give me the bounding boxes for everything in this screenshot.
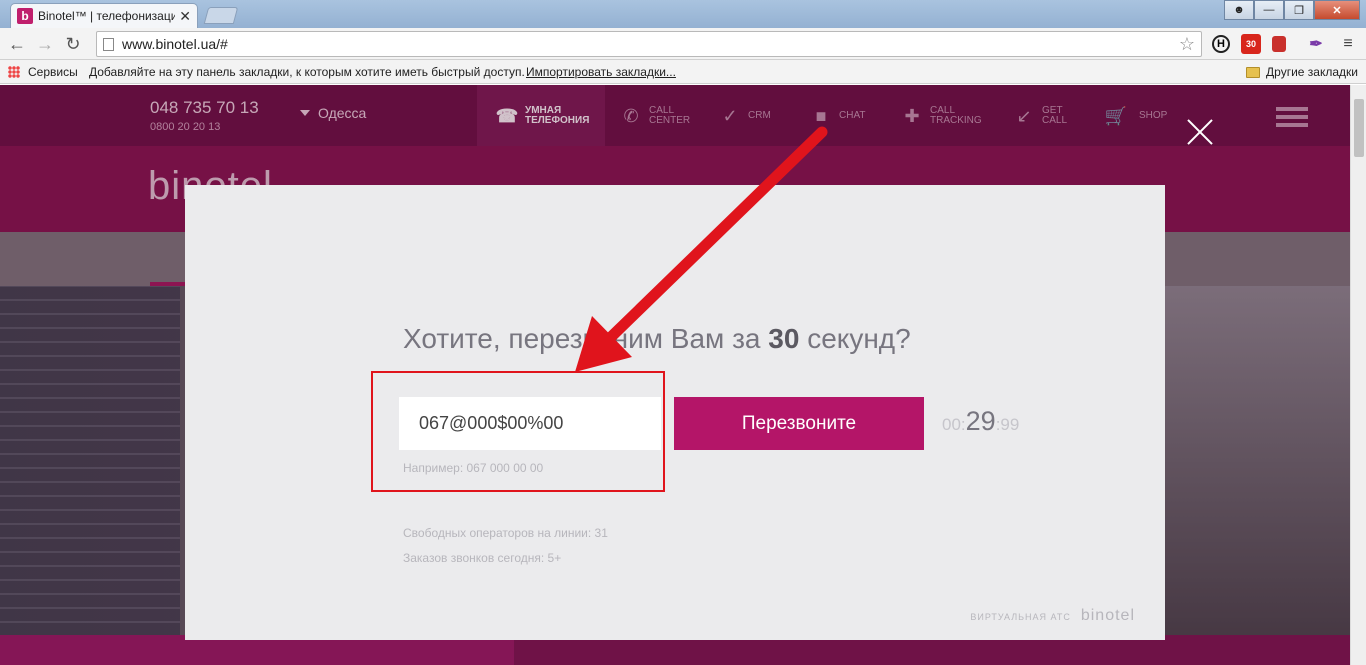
folder-icon — [1246, 66, 1261, 78]
orders-today: Заказов звонков сегодня: 5+ — [403, 551, 562, 565]
modal-footer-brand: ВИРТУАЛЬНАЯ АТС binotel — [970, 607, 1135, 625]
new-tab-button[interactable] — [203, 7, 239, 24]
page-scrollbar[interactable] — [1350, 85, 1366, 665]
timer-minutes: 00: — [942, 415, 966, 434]
close-window-button[interactable]: ✕ — [1314, 0, 1360, 20]
operators-online: Свободных операторов на линии: 31 — [403, 526, 608, 540]
extension-feather-icon[interactable]: ✒ — [1306, 34, 1326, 54]
tab-title: Binotel™ | телефонизаци — [38, 9, 176, 23]
reload-icon[interactable]: ↻ — [62, 33, 84, 55]
url-text: www.binotel.ua/# — [122, 36, 228, 52]
binotel-favicon-icon: b — [17, 8, 33, 24]
extension-h-icon[interactable]: H — [1212, 35, 1230, 53]
bookmarks-bar: Сервисы Добавляйте на эту панель закладк… — [0, 60, 1366, 84]
countdown-timer: 00: 29 :99 — [942, 406, 1019, 437]
minimize-button[interactable]: — — [1254, 0, 1284, 20]
modal-close-icon[interactable] — [1186, 118, 1214, 146]
scrollbar-thumb[interactable] — [1354, 99, 1364, 157]
browser-toolbar: ← → ↻ www.binotel.ua/# ☆ H 30 ✒ ≡ — [0, 28, 1366, 60]
forward-icon[interactable]: → — [34, 33, 56, 55]
page-icon — [103, 37, 114, 51]
other-bookmarks[interactable]: Другие закладки — [1246, 65, 1358, 79]
headline-seconds: 30 — [768, 323, 800, 354]
modal-headline: Хотите, перезвоним Вам за 30 секунд? — [403, 323, 911, 355]
browser-tab[interactable]: b Binotel™ | телефонизаци ✕ — [10, 3, 198, 28]
extension-book-icon[interactable] — [1272, 36, 1286, 52]
footer-label: ВИРТУАЛЬНАЯ АТС — [970, 612, 1071, 622]
tab-strip: b Binotel™ | телефонизаци ✕ ☻ — ❐ ✕ — [0, 0, 1366, 28]
menu-icon[interactable]: ≡ — [1338, 34, 1358, 54]
maximize-button[interactable]: ❐ — [1284, 0, 1314, 20]
tab-close-icon[interactable]: ✕ — [179, 8, 191, 25]
window-controls: ☻ — ❐ ✕ — [1224, 0, 1360, 20]
other-bookmarks-label: Другие закладки — [1266, 65, 1358, 79]
callback-modal: Хотите, перезвоним Вам за 30 секунд? Пер… — [185, 185, 1165, 640]
headline-text: Хотите, перезвоним Вам за — [403, 323, 769, 354]
extension-speed-icon[interactable]: 30 — [1241, 34, 1261, 54]
import-bookmarks-link[interactable]: Импортировать закладки... — [526, 65, 676, 79]
headline-text-end: секунд? — [799, 323, 911, 354]
apps-label: Сервисы — [28, 65, 78, 79]
timer-fraction: :99 — [995, 415, 1020, 434]
back-icon[interactable]: ← — [6, 33, 28, 55]
apps-icon — [8, 66, 20, 78]
apps-shortcut[interactable]: Сервисы — [8, 65, 78, 79]
address-bar[interactable]: www.binotel.ua/# ☆ — [96, 31, 1202, 57]
callback-button[interactable]: Перезвоните — [674, 397, 924, 450]
footer-logo: binotel — [1080, 607, 1135, 624]
annotation-highlight-box — [371, 371, 665, 492]
bookmarks-hint: Добавляйте на эту панель закладки, к кот… — [89, 65, 525, 79]
web-page: 048 735 70 13 0800 20 20 13 Одесса ☎ УМН… — [0, 85, 1350, 665]
bookmark-star-icon[interactable]: ☆ — [1179, 34, 1195, 55]
user-icon[interactable]: ☻ — [1224, 0, 1254, 20]
timer-seconds: 29 — [965, 406, 996, 436]
